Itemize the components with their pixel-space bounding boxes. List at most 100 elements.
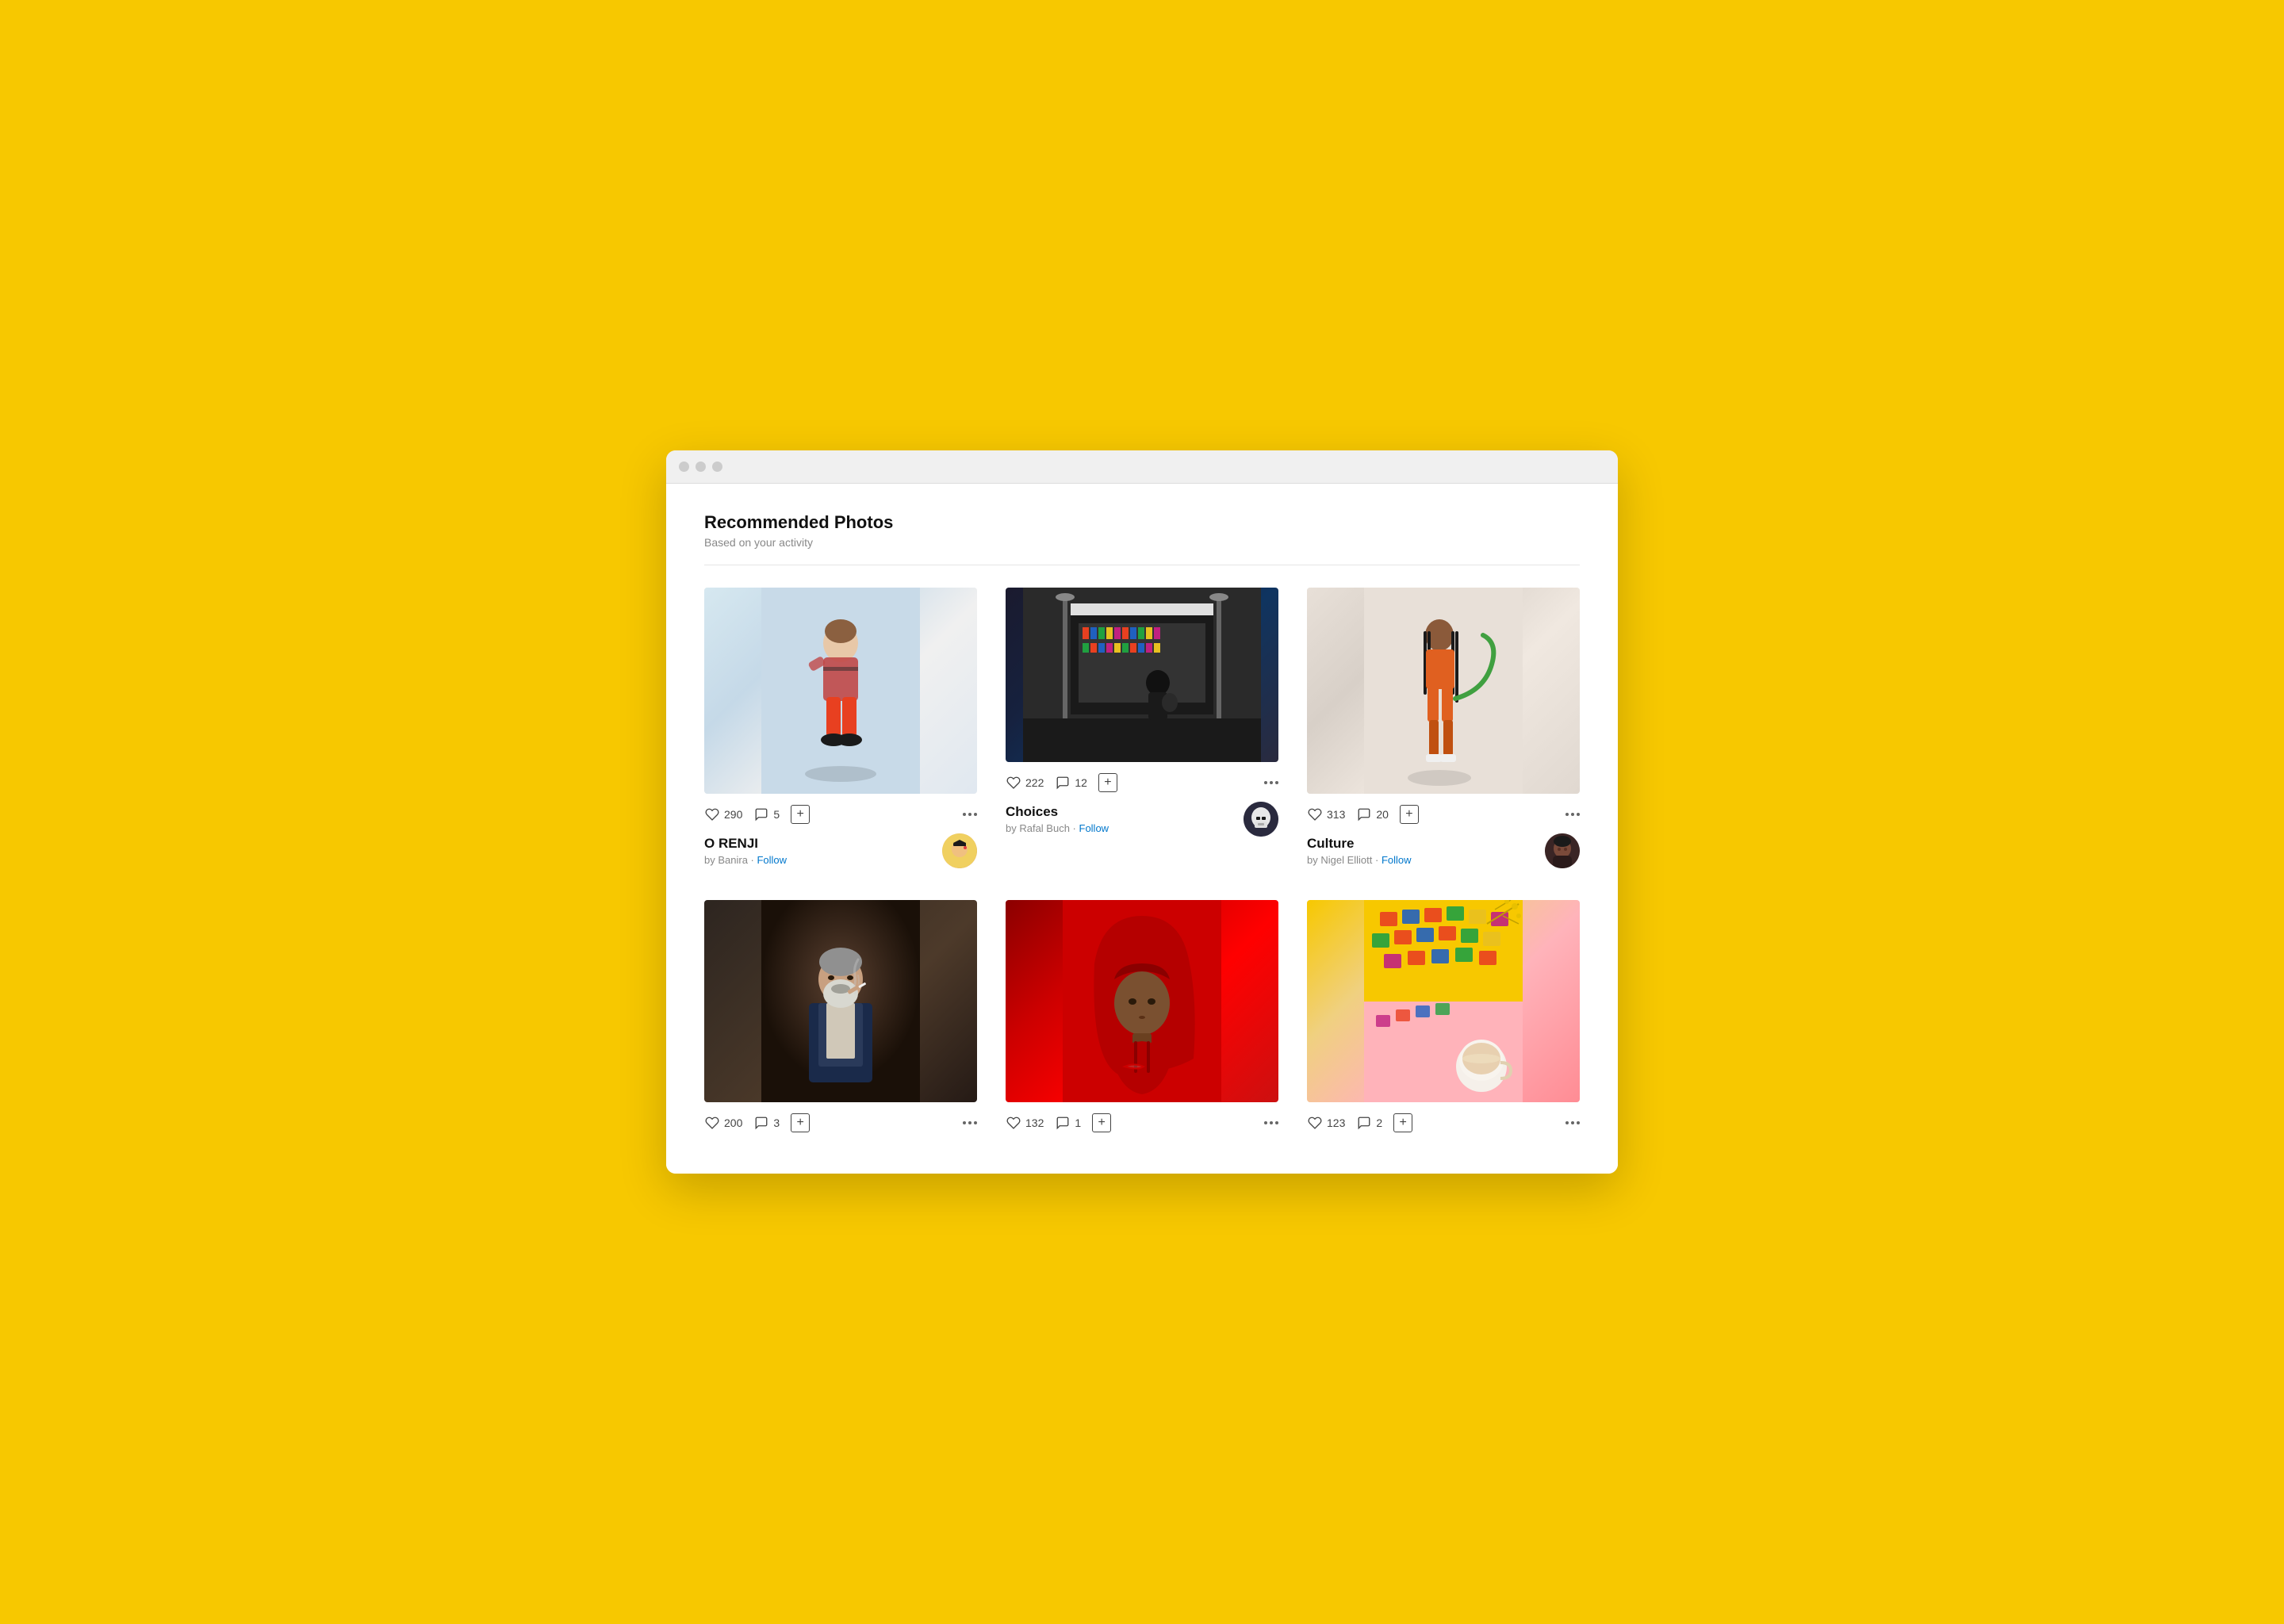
- more-button-renji[interactable]: [963, 813, 977, 816]
- comment-button-choices[interactable]: 12: [1055, 775, 1087, 791]
- album-title-culture: Culture: [1307, 836, 1412, 852]
- like-count-hooded: 132: [1025, 1116, 1044, 1129]
- photo-actions-portrait: 200 3: [704, 1113, 977, 1132]
- like-button-hooded[interactable]: 132: [1006, 1115, 1044, 1131]
- more-dot: [1571, 813, 1574, 816]
- add-button-culture[interactable]: [1400, 805, 1419, 824]
- like-button-food[interactable]: 123: [1307, 1115, 1345, 1131]
- more-button-choices[interactable]: [1264, 781, 1278, 784]
- author-name-choices: Rafal Buch: [1019, 822, 1070, 834]
- more-dot: [1565, 1121, 1569, 1124]
- photo-meta-choices: Choices by Rafal Buch · Follow: [1006, 802, 1278, 837]
- browser-dot-minimize[interactable]: [696, 462, 706, 472]
- photo-actions-choices: 222 12: [1006, 773, 1278, 792]
- like-button-culture[interactable]: 313: [1307, 806, 1345, 822]
- add-button-renji[interactable]: [791, 805, 810, 824]
- more-dot: [1275, 1121, 1278, 1124]
- comment-count-choices: 12: [1075, 776, 1087, 789]
- author-name-renji: Banira: [718, 854, 748, 866]
- heart-icon: [704, 1115, 720, 1131]
- add-button-food[interactable]: [1393, 1113, 1412, 1132]
- add-button-choices[interactable]: [1098, 773, 1117, 792]
- comment-button-renji[interactable]: 5: [753, 806, 780, 822]
- more-button-food[interactable]: [1565, 1121, 1580, 1124]
- more-dot: [1270, 781, 1273, 784]
- photo-meta-renji: O RENJI by Banira · Follow: [704, 833, 977, 868]
- comment-icon: [1055, 775, 1071, 791]
- heart-icon: [1006, 775, 1021, 791]
- add-button-hooded[interactable]: [1092, 1113, 1111, 1132]
- avatar-rafal[interactable]: [1244, 802, 1278, 837]
- comment-button-hooded[interactable]: 1: [1055, 1115, 1081, 1131]
- more-dot: [1264, 781, 1267, 784]
- browser-content: Recommended Photos Based on your activit…: [666, 484, 1618, 1174]
- follow-link-renji[interactable]: Follow: [757, 854, 787, 866]
- more-dot: [1577, 1121, 1580, 1124]
- avatar-renji[interactable]: [942, 833, 977, 868]
- comment-icon: [753, 1115, 769, 1131]
- more-button-hooded[interactable]: [1264, 1121, 1278, 1124]
- comment-count-renji: 5: [773, 808, 780, 821]
- photo-author-culture: by Nigel Elliott · Follow: [1307, 854, 1412, 866]
- photo-image-choices[interactable]: [1006, 588, 1278, 762]
- like-button-portrait[interactable]: 200: [704, 1115, 742, 1131]
- comment-icon: [1055, 1115, 1071, 1131]
- more-button-culture[interactable]: [1565, 813, 1580, 816]
- comment-button-portrait[interactable]: 3: [753, 1115, 780, 1131]
- photo-grid: 290 5: [704, 588, 1580, 1142]
- photo-image-renji[interactable]: [704, 588, 977, 794]
- photo-meta-info-choices: Choices by Rafal Buch · Follow: [1006, 804, 1109, 834]
- like-button-choices[interactable]: 222: [1006, 775, 1044, 791]
- more-dot: [963, 1121, 966, 1124]
- photo-card-food: 123 2: [1307, 900, 1580, 1142]
- photo-image-culture[interactable]: [1307, 588, 1580, 794]
- comment-count-portrait: 3: [773, 1116, 780, 1129]
- comment-button-culture[interactable]: 20: [1356, 806, 1389, 822]
- photo-meta-info-renji: O RENJI by Banira · Follow: [704, 836, 787, 866]
- follow-link-culture[interactable]: Follow: [1382, 854, 1412, 866]
- comment-count-food: 2: [1376, 1116, 1382, 1129]
- more-dot: [974, 813, 977, 816]
- comment-icon: [753, 806, 769, 822]
- browser-dot-maximize[interactable]: [712, 462, 722, 472]
- like-count-culture: 313: [1327, 808, 1345, 821]
- photo-card-renji: 290 5: [704, 588, 977, 868]
- like-count-food: 123: [1327, 1116, 1345, 1129]
- comment-button-food[interactable]: 2: [1356, 1115, 1382, 1131]
- photo-actions-culture: 313 20: [1307, 805, 1580, 824]
- photo-card-choices: 222 12: [1006, 588, 1278, 868]
- photo-author-renji: by Banira · Follow: [704, 854, 787, 866]
- more-dot: [1571, 1121, 1574, 1124]
- avatar-nigel[interactable]: [1545, 833, 1580, 868]
- more-button-portrait[interactable]: [963, 1121, 977, 1124]
- photo-author-choices: by Rafal Buch · Follow: [1006, 822, 1109, 834]
- more-dot: [968, 1121, 971, 1124]
- page-title: Recommended Photos: [704, 512, 1580, 533]
- more-dot: [974, 1121, 977, 1124]
- comment-count-culture: 20: [1376, 808, 1389, 821]
- comment-count-hooded: 1: [1075, 1116, 1081, 1129]
- browser-dot-close[interactable]: [679, 462, 689, 472]
- photo-card-hooded: 132 1: [1006, 900, 1278, 1142]
- photo-meta-info-culture: Culture by Nigel Elliott · Follow: [1307, 836, 1412, 866]
- more-dot: [1275, 781, 1278, 784]
- photo-image-hooded[interactable]: [1006, 900, 1278, 1102]
- more-dot: [1270, 1121, 1273, 1124]
- browser-chrome: [666, 450, 1618, 484]
- photo-actions-renji: 290 5: [704, 805, 977, 824]
- like-count-renji: 290: [724, 808, 742, 821]
- more-dot: [968, 813, 971, 816]
- add-button-portrait[interactable]: [791, 1113, 810, 1132]
- heart-icon: [1006, 1115, 1021, 1131]
- author-name-culture: Nigel Elliott: [1320, 854, 1372, 866]
- like-button-renji[interactable]: 290: [704, 806, 742, 822]
- like-count-portrait: 200: [724, 1116, 742, 1129]
- photo-meta-culture: Culture by Nigel Elliott · Follow: [1307, 833, 1580, 868]
- photo-image-portrait[interactable]: [704, 900, 977, 1102]
- heart-icon: [704, 806, 720, 822]
- follow-link-choices[interactable]: Follow: [1079, 822, 1109, 834]
- photo-card-culture: 313 20: [1307, 588, 1580, 868]
- photo-image-food[interactable]: [1307, 900, 1580, 1102]
- album-title-renji: O RENJI: [704, 836, 787, 852]
- photo-actions-hooded: 132 1: [1006, 1113, 1278, 1132]
